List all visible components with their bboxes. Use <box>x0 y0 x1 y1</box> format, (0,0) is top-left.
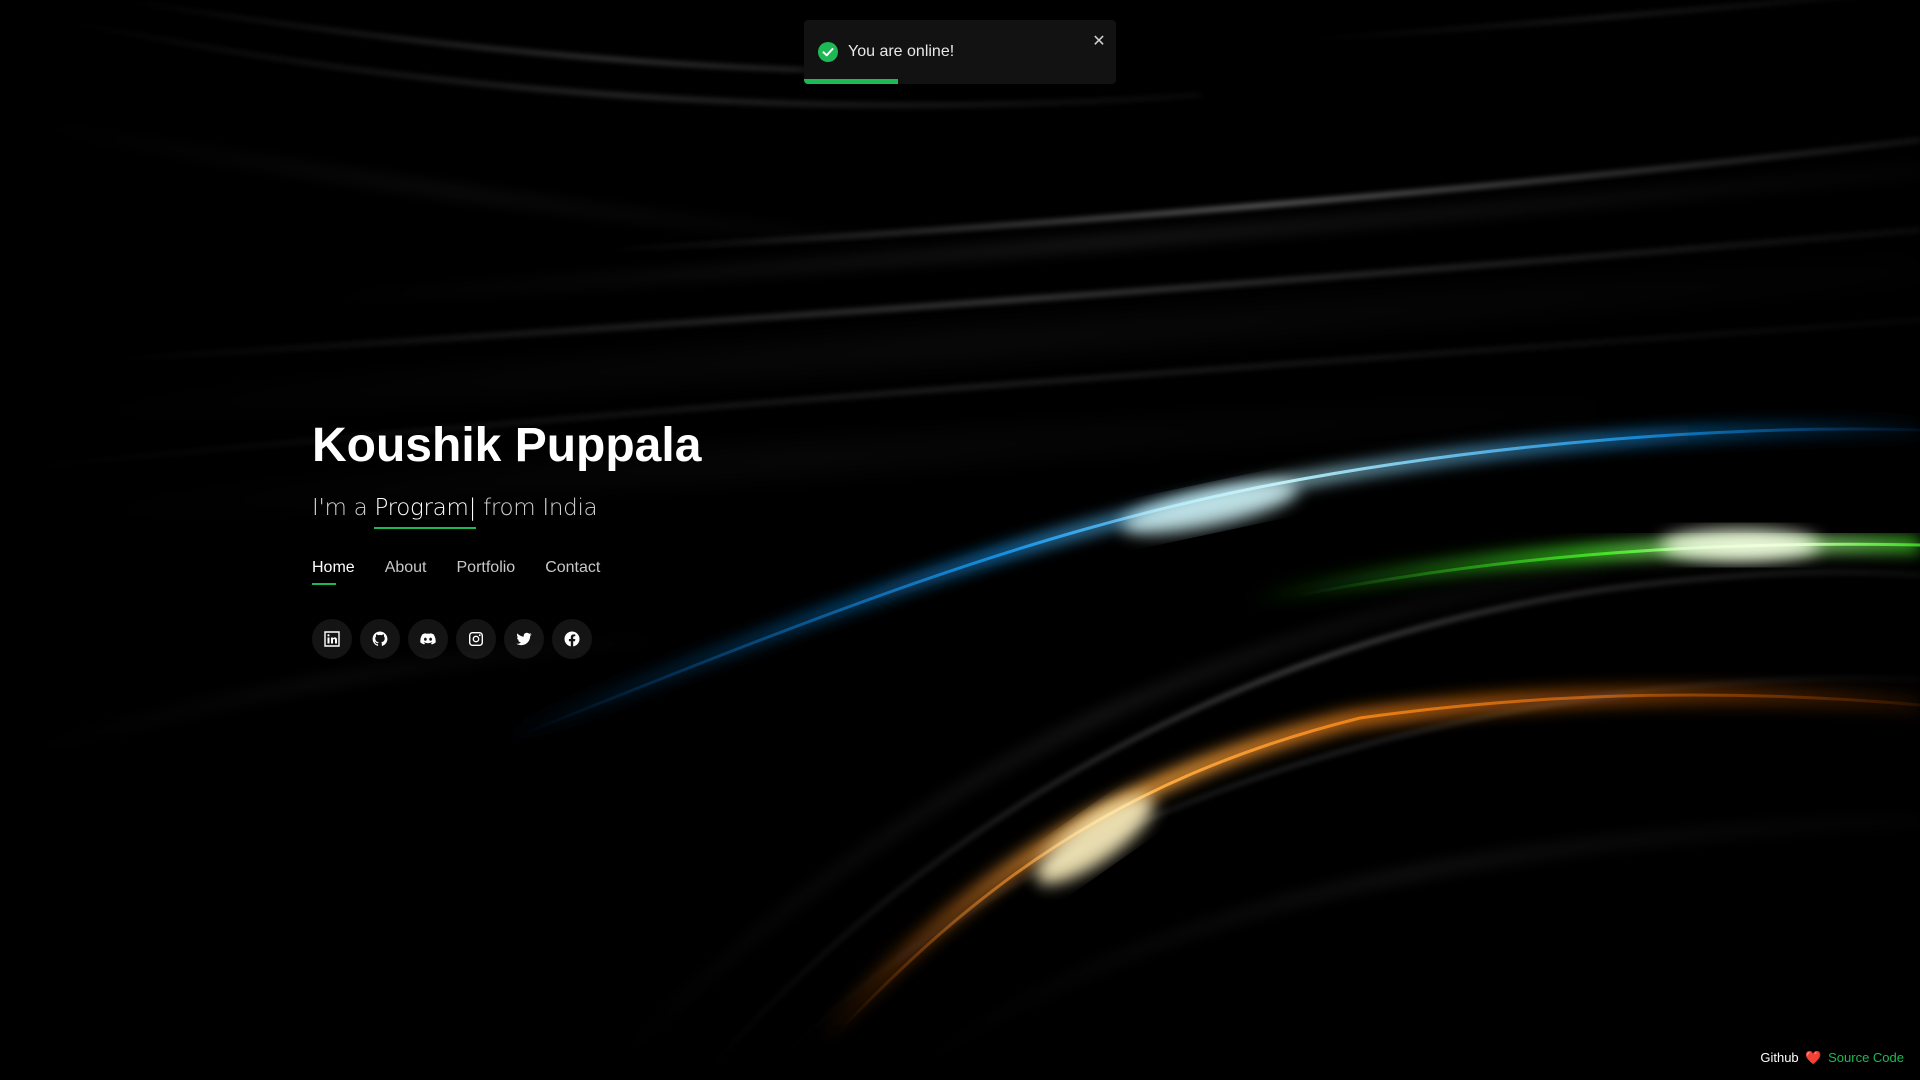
tagline-suffix: from India <box>483 495 598 521</box>
instagram-icon <box>469 632 483 646</box>
nav-contact[interactable]: Contact <box>545 557 600 585</box>
nav-home[interactable]: Home <box>312 557 355 585</box>
tagline-prefix: I'm a <box>312 495 368 521</box>
instagram-button[interactable] <box>456 619 496 659</box>
light-streaks-background <box>0 0 1920 1080</box>
github-button[interactable] <box>360 619 400 659</box>
page-background: You are online! ✕ Koushik Puppala I'm a … <box>0 0 1920 1080</box>
main-nav: Home About Portfolio Contact <box>312 557 701 585</box>
nav-about[interactable]: About <box>385 557 427 585</box>
source-code-link[interactable]: Source Code <box>1828 1050 1904 1065</box>
toast-progress-bar <box>804 79 1116 84</box>
tagline-typed-text: Program| <box>374 492 476 529</box>
social-links <box>312 619 701 659</box>
hero-name: Koushik Puppala <box>312 419 702 472</box>
hero-section: Koushik Puppala I'm a Program| from Indi… <box>312 410 701 659</box>
hero-tagline: I'm a Program| from India <box>312 492 701 529</box>
discord-icon <box>420 633 436 645</box>
discord-button[interactable] <box>408 619 448 659</box>
linkedin-icon <box>324 631 340 647</box>
typed-word: Program <box>374 495 469 521</box>
nav-portfolio[interactable]: Portfolio <box>457 557 516 585</box>
twitter-button[interactable] <box>504 619 544 659</box>
twitter-icon <box>516 632 532 646</box>
github-icon <box>372 631 388 646</box>
close-icon[interactable]: ✕ <box>1088 30 1110 52</box>
check-circle-icon <box>818 42 838 62</box>
typing-cursor: | <box>468 495 477 521</box>
footer-prefix: Github <box>1760 1050 1799 1065</box>
toast-progress-fill <box>804 79 898 84</box>
heart-icon: ❤️ <box>1805 1050 1822 1065</box>
facebook-button[interactable] <box>552 619 592 659</box>
online-toast: You are online! ✕ <box>804 20 1116 84</box>
linkedin-button[interactable] <box>312 619 352 659</box>
facebook-icon <box>564 631 580 647</box>
toast-message: You are online! <box>848 43 955 60</box>
footer-credit: Github ❤️ Source Code <box>1760 1050 1904 1066</box>
